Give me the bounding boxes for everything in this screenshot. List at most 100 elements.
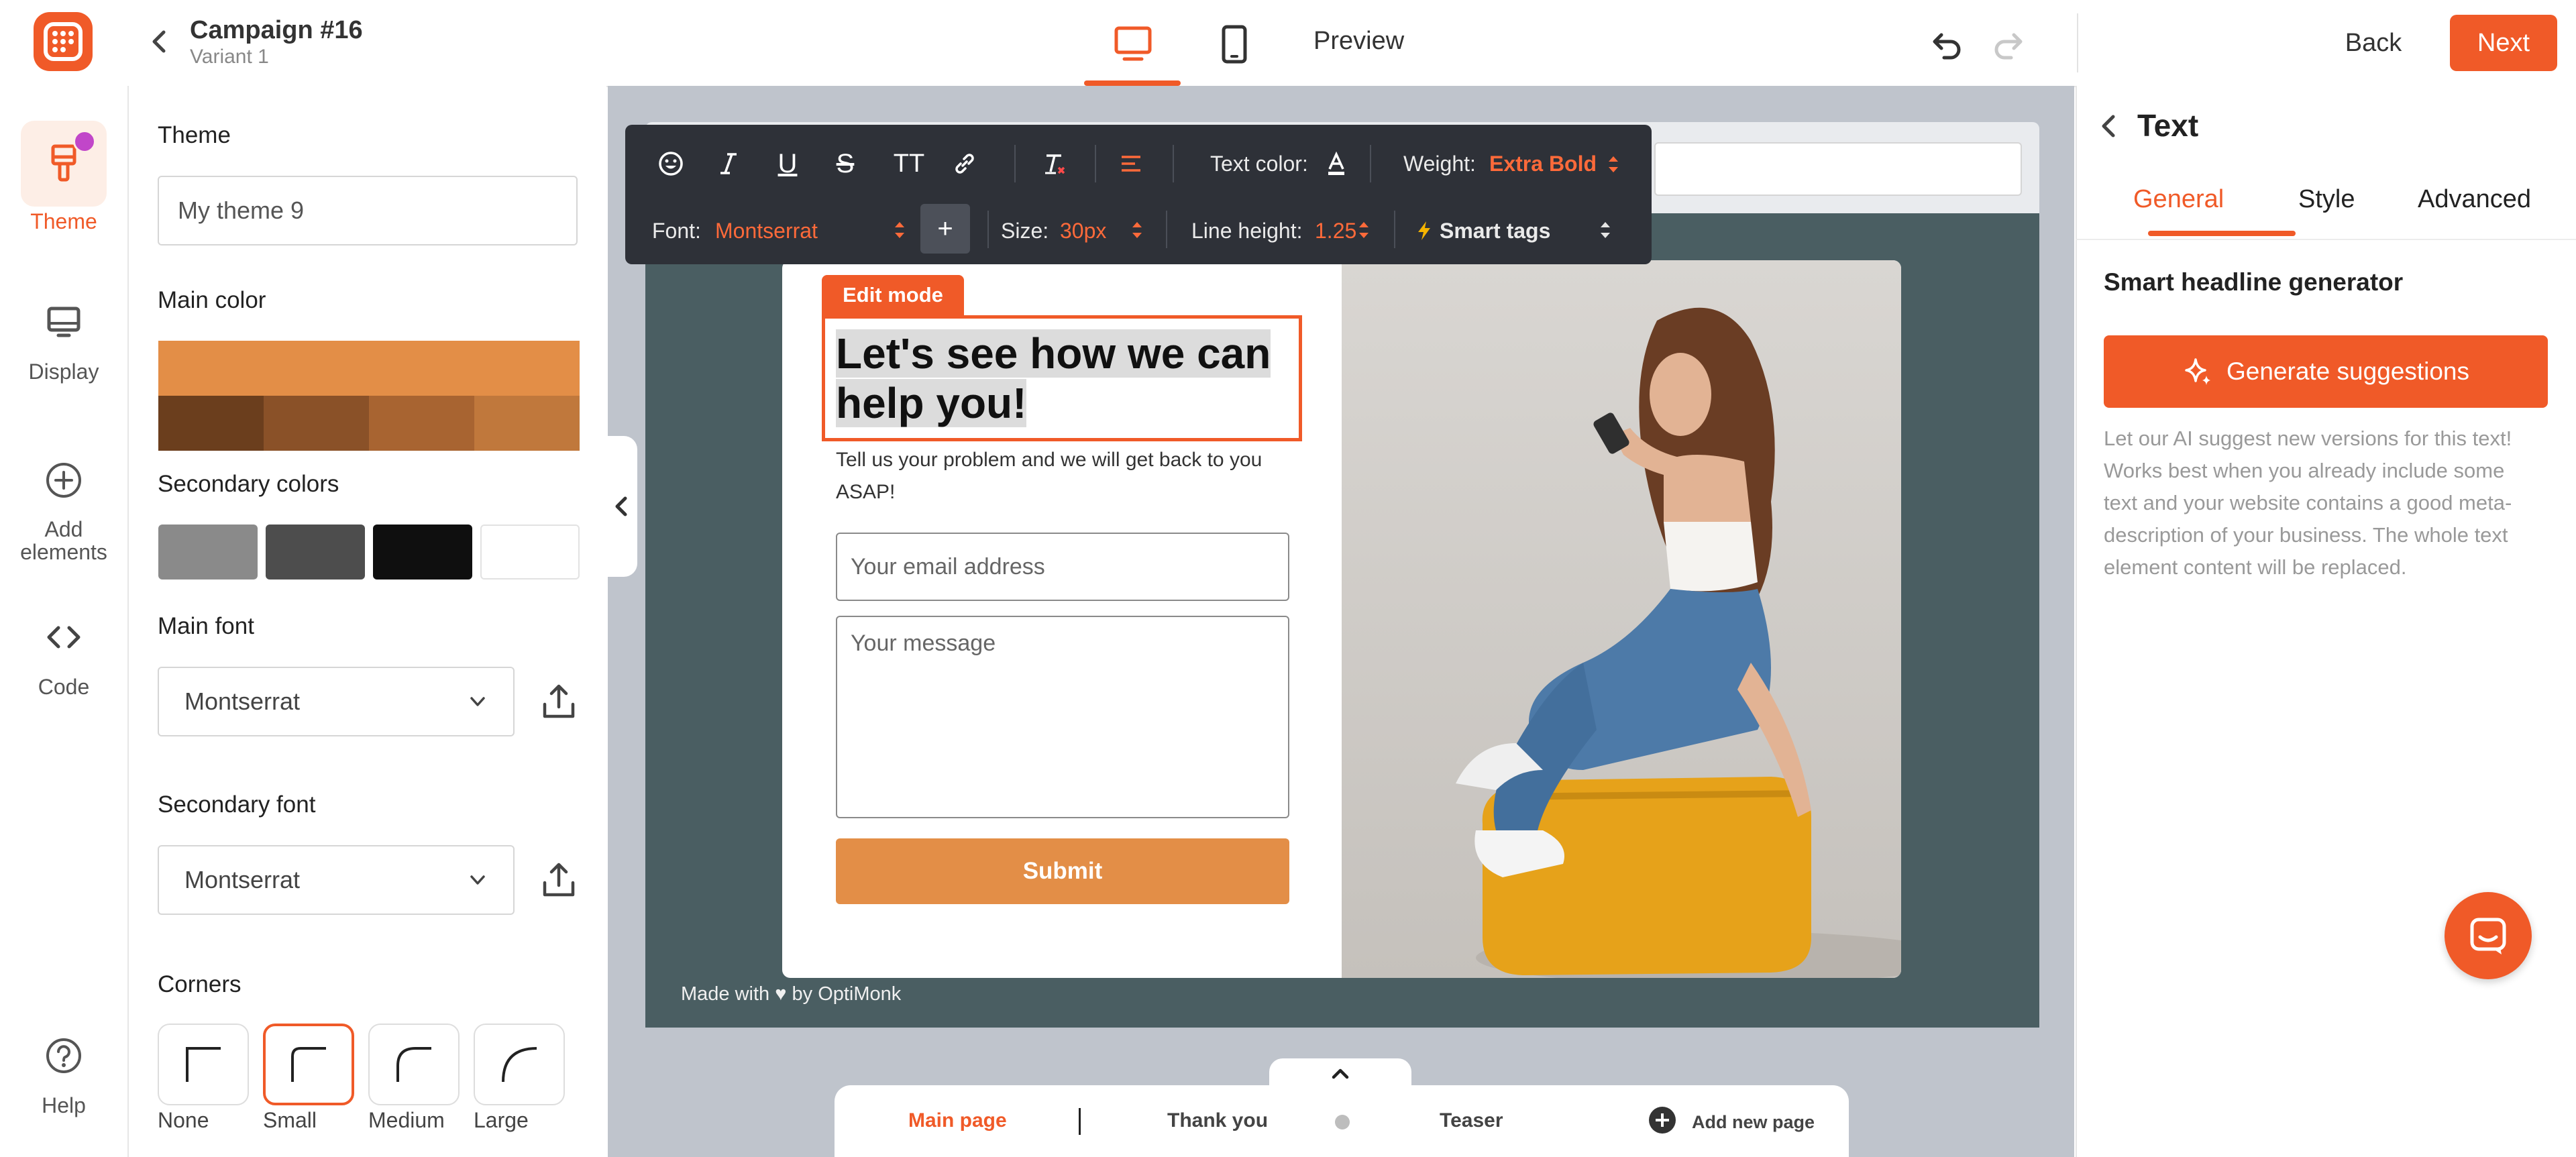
stepper-icon[interactable] [1606,153,1621,176]
secondary-font-select[interactable]: Montserrat [158,845,515,915]
theme-name-input[interactable]: My theme 9 [158,176,578,245]
rail-item-help[interactable]: Help [0,1013,127,1118]
redo-icon[interactable] [1990,25,2026,62]
add-font-button[interactable]: + [920,204,970,254]
corner-label: Medium [368,1108,445,1132]
woman-with-phone-image[interactable] [1342,260,1901,978]
corner-none-icon [186,1047,221,1082]
secondary-color-swatch[interactable] [266,525,365,580]
link-icon[interactable] [946,145,983,182]
tab-main-page[interactable]: Main page [908,1109,1007,1132]
undo-icon[interactable] [1929,25,1966,62]
collapse-panel-button[interactable] [606,436,637,577]
divider [2077,13,2078,72]
generator-help-text: Let our AI suggest new versions for this… [2104,427,2512,579]
font-label: Font: [652,219,701,243]
upload-icon[interactable] [537,859,581,903]
corner-option-none[interactable] [158,1024,249,1105]
stepper-icon[interactable] [1130,219,1144,241]
panel-title: Text [2137,108,2199,143]
corner-medium-icon [396,1047,431,1082]
pages-bar: Main page Thank you Teaser Add new page [835,1085,1849,1157]
clear-format-icon[interactable] [1036,145,1073,182]
chevron-up-icon [1332,1068,1349,1079]
popup-headline[interactable]: Let's see how we can help you! [836,329,1292,428]
secondary-color-swatch[interactable] [480,525,580,580]
corner-option-large[interactable] [474,1024,565,1105]
line-height-label: Line height: [1191,219,1303,243]
secondary-color-swatch[interactable] [158,525,258,580]
corner-large-icon [502,1047,537,1083]
properties-panel [2076,86,2576,1157]
plus-circle-icon [46,463,81,498]
stepper-icon[interactable] [892,219,907,241]
submit-button[interactable]: Submit [836,838,1289,904]
sparkle-icon [2185,358,2210,385]
email-field[interactable]: Your email address [836,533,1289,601]
weight-label: Weight: [1403,152,1476,176]
lightning-icon [1418,221,1430,240]
back-button[interactable]: Back [2314,15,2432,71]
rail-item-theme[interactable]: Theme [0,121,127,234]
preview-button[interactable]: Preview [1313,27,1404,56]
next-button[interactable]: Next [2450,15,2557,71]
tab-teaser[interactable]: Teaser [1440,1109,1503,1132]
back-chevron-icon[interactable] [2094,111,2124,141]
main-font-label: Main font [158,613,254,639]
add-page-icon[interactable] [1648,1105,1677,1135]
rail-item-code[interactable]: Code [0,594,127,700]
upload-icon[interactable] [537,680,581,724]
tab-general[interactable]: General [2133,185,2224,214]
corner-label: Small [263,1108,317,1132]
add-new-page-button[interactable]: Add new page [1692,1112,1815,1133]
secondary-colors-label: Secondary colors [158,471,339,497]
text-color-icon[interactable] [1318,145,1355,182]
tab-advanced[interactable]: Advanced [2418,185,2531,214]
monitor-icon [47,307,80,337]
italic-icon[interactable] [710,145,747,182]
generate-suggestions-button[interactable]: Generate suggestions [2104,335,2548,408]
smart-tags-select[interactable]: Smart tags [1440,219,1550,243]
message-field[interactable]: Your message [836,616,1289,818]
corner-label: Large [474,1108,529,1132]
chat-support-button[interactable] [2445,892,2532,979]
preview-url-bar [1654,142,2022,196]
back-chevron-icon[interactable] [145,27,174,56]
color-shade[interactable] [158,396,264,451]
stepper-icon[interactable] [1598,219,1613,241]
main-color-label: Main color [158,287,266,313]
corner-option-medium[interactable] [368,1024,460,1105]
text-transform-icon[interactable]: TT [885,145,932,182]
corner-option-small[interactable] [263,1024,354,1105]
underline-icon[interactable]: U [769,145,806,182]
strikethrough-icon[interactable]: S [826,145,864,182]
rail-item-display[interactable]: Display [0,279,127,384]
chevron-left-icon [615,496,627,516]
color-shade[interactable] [474,396,580,451]
color-shade[interactable] [369,396,474,451]
made-with-credit: Made with ♥ by OptiMonk [681,983,902,1005]
emoji-icon[interactable] [652,145,690,182]
notification-badge [73,130,96,153]
logo-icon [44,22,83,61]
weight-select[interactable]: Extra Bold [1489,152,1597,176]
size-input[interactable]: 30px [1060,219,1106,243]
stepper-icon[interactable] [1356,219,1371,241]
secondary-color-swatch[interactable] [373,525,472,580]
desktop-view-button[interactable] [1084,13,1181,86]
rail-item-add-elements[interactable]: Add elements [0,437,127,563]
tab-thank-you[interactable]: Thank you [1167,1109,1268,1132]
align-left-icon[interactable] [1112,145,1150,182]
color-shade[interactable] [264,396,369,451]
tab-style[interactable]: Style [2298,185,2355,214]
font-select[interactable]: Montserrat [715,219,818,243]
main-font-select[interactable]: Montserrat [158,667,515,736]
top-bar [0,0,2576,87]
mobile-view-button[interactable] [1214,19,1254,70]
corner-small-icon [291,1047,326,1082]
popup-subtext[interactable]: Tell us your problem and we will get bac… [836,444,1299,508]
app-logo[interactable] [34,12,93,71]
corners-label: Corners [158,971,241,997]
main-color-swatch[interactable] [158,341,580,396]
line-height-input[interactable]: 1.25 [1315,219,1356,243]
